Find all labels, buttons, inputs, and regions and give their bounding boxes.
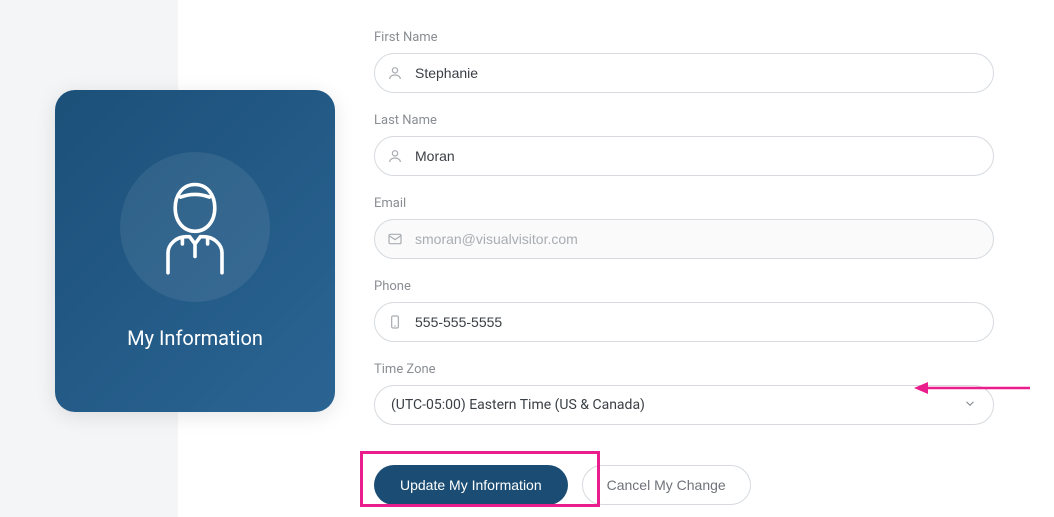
annotation-arrow xyxy=(912,378,1032,402)
cancel-button[interactable]: Cancel My Change xyxy=(582,465,751,505)
person-icon xyxy=(375,148,415,164)
last-name-group: Last Name xyxy=(374,113,994,176)
timezone-selected-value: (UTC-05:00) Eastern Time (US & Canada) xyxy=(391,397,645,413)
first-name-label: First Name xyxy=(374,30,994,45)
email-input xyxy=(415,220,993,258)
user-avatar-icon xyxy=(150,175,240,279)
update-button[interactable]: Update My Information xyxy=(374,465,568,505)
timezone-label: Time Zone xyxy=(374,362,994,377)
sidebar-card: My Information xyxy=(55,90,335,412)
avatar-circle xyxy=(120,152,270,302)
phone-group: Phone xyxy=(374,279,994,342)
form-area: First Name Last Name Email xyxy=(374,30,994,425)
phone-field-wrap[interactable] xyxy=(374,302,994,342)
first-name-group: First Name xyxy=(374,30,994,93)
timezone-group: Time Zone (UTC-05:00) Eastern Time (US &… xyxy=(374,362,994,425)
email-group: Email xyxy=(374,196,994,259)
email-label: Email xyxy=(374,196,994,211)
phone-label: Phone xyxy=(374,279,994,294)
first-name-input[interactable] xyxy=(415,54,993,92)
phone-input[interactable] xyxy=(415,303,993,341)
sidebar-title: My Information xyxy=(127,326,263,350)
first-name-field-wrap[interactable] xyxy=(374,53,994,93)
last-name-label: Last Name xyxy=(374,113,994,128)
last-name-input[interactable] xyxy=(415,137,993,175)
last-name-field-wrap[interactable] xyxy=(374,136,994,176)
button-row: Update My Information Cancel My Change xyxy=(374,465,1054,505)
envelope-icon xyxy=(375,231,415,247)
person-icon xyxy=(375,65,415,81)
timezone-select[interactable]: (UTC-05:00) Eastern Time (US & Canada) xyxy=(374,385,994,425)
mobile-icon xyxy=(375,314,415,330)
email-field-wrap xyxy=(374,219,994,259)
